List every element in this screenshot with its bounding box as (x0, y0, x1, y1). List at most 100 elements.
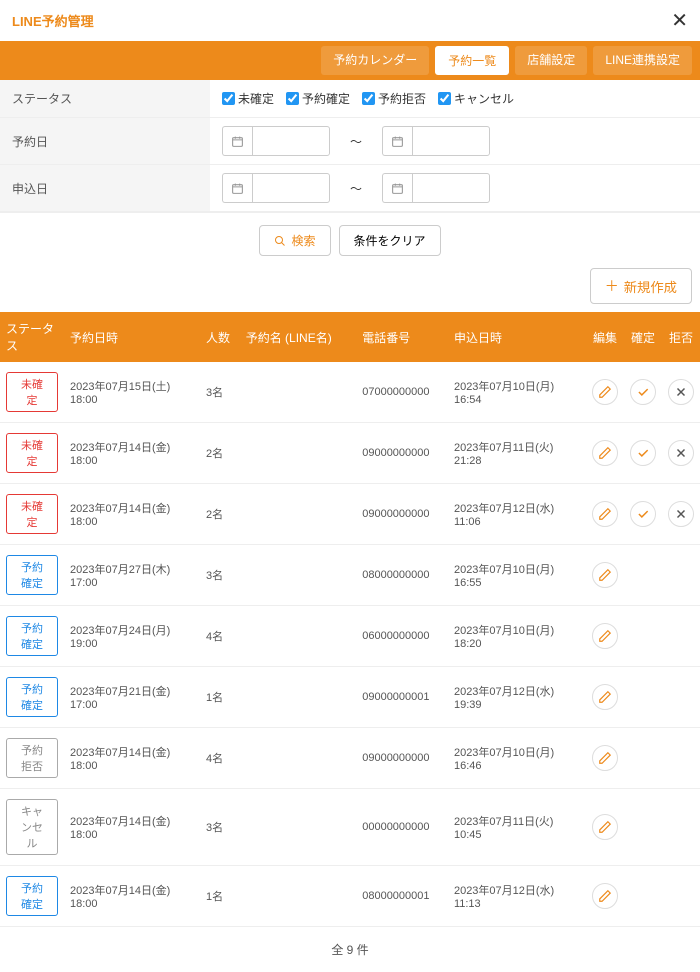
th-applied: 申込日時 (448, 312, 586, 362)
th-edit: 編集 (586, 312, 624, 362)
cell-phone: 08000000001 (356, 866, 448, 927)
confirm-button[interactable] (630, 440, 656, 466)
cell-people: 3名 (200, 362, 240, 423)
status-badge: キャンセル (6, 799, 58, 855)
filter-date-label: 予約日 (0, 118, 210, 164)
cell-people: 1名 (200, 667, 240, 728)
cell-name (240, 423, 357, 484)
edit-button[interactable] (592, 745, 618, 771)
checkbox-rejected[interactable]: 予約拒否 (362, 90, 426, 107)
cell-applied: 2023年07月11日(火) 21:28 (448, 423, 586, 484)
table-row: 予約確定2023年07月21日(金) 17:001名09000000001202… (0, 667, 700, 728)
calendar-icon[interactable] (222, 173, 252, 203)
cell-phone: 09000000000 (356, 423, 448, 484)
edit-button[interactable] (592, 501, 618, 527)
cell-name (240, 789, 357, 866)
th-confirm: 確定 (624, 312, 662, 362)
cell-name (240, 545, 357, 606)
cell-phone: 09000000001 (356, 667, 448, 728)
cell-applied: 2023年07月10日(月) 16:46 (448, 728, 586, 789)
cell-applied: 2023年07月10日(月) 16:55 (448, 545, 586, 606)
cell-name (240, 667, 357, 728)
confirm-button[interactable] (630, 379, 656, 405)
cell-datetime: 2023年07月15日(土) 18:00 (64, 362, 200, 423)
table-row: 未確定2023年07月14日(金) 18:002名090000000002023… (0, 423, 700, 484)
clear-button[interactable]: 条件をクリア (339, 225, 441, 256)
tab-line[interactable]: LINE連携設定 (593, 46, 692, 75)
status-badge: 未確定 (6, 433, 58, 473)
reservations-table: ステータス 予約日時 人数 予約名 (LINE名) 電話番号 申込日時 編集 確… (0, 312, 700, 927)
close-icon[interactable]: ✕ (671, 8, 688, 33)
cell-name (240, 728, 357, 789)
edit-button[interactable] (592, 379, 618, 405)
status-badge: 予約拒否 (6, 738, 58, 778)
cell-people: 3名 (200, 545, 240, 606)
cell-people: 1名 (200, 866, 240, 927)
reject-button[interactable] (668, 440, 694, 466)
cell-datetime: 2023年07月14日(金) 18:00 (64, 728, 200, 789)
cell-name (240, 362, 357, 423)
edit-button[interactable] (592, 684, 618, 710)
checkbox-cancel[interactable]: キャンセル (438, 90, 514, 107)
reject-button[interactable] (668, 379, 694, 405)
th-name: 予約名 (LINE名) (240, 312, 357, 362)
tabs-bar: 予約カレンダー 予約一覧 店舗設定 LINE連携設定 (0, 41, 700, 80)
cell-phone: 00000000000 (356, 789, 448, 866)
apply-from-input[interactable] (252, 173, 330, 203)
cell-name (240, 606, 357, 667)
date-from-input[interactable] (252, 126, 330, 156)
tab-calendar[interactable]: 予約カレンダー (321, 46, 429, 75)
cell-applied: 2023年07月10日(月) 16:54 (448, 362, 586, 423)
edit-button[interactable] (592, 883, 618, 909)
calendar-icon[interactable] (222, 126, 252, 156)
th-reject: 拒否 (662, 312, 700, 362)
cell-phone: 09000000000 (356, 484, 448, 545)
th-people: 人数 (200, 312, 240, 362)
confirm-button[interactable] (630, 501, 656, 527)
table-row: 予約確定2023年07月14日(金) 18:001名08000000001202… (0, 866, 700, 927)
reject-button[interactable] (668, 501, 694, 527)
cell-name (240, 866, 357, 927)
edit-button[interactable] (592, 440, 618, 466)
edit-button[interactable] (592, 814, 618, 840)
tilde: ～ (350, 180, 362, 197)
filter-apply-label: 申込日 (0, 165, 210, 211)
checkbox-confirmed[interactable]: 予約確定 (286, 90, 350, 107)
tilde: ～ (350, 133, 362, 150)
cell-phone: 06000000000 (356, 606, 448, 667)
checkbox-pending[interactable]: 未確定 (222, 90, 274, 107)
search-icon (274, 235, 286, 247)
cell-datetime: 2023年07月21日(金) 17:00 (64, 667, 200, 728)
tab-store[interactable]: 店舗設定 (515, 46, 587, 75)
th-status: ステータス (0, 312, 64, 362)
tab-list[interactable]: 予約一覧 (435, 46, 509, 75)
table-row: キャンセル2023年07月14日(金) 18:003名0000000000020… (0, 789, 700, 866)
footer-total: 全 9 件 (0, 927, 700, 972)
status-badge: 予約確定 (6, 876, 58, 916)
cell-applied: 2023年07月12日(水) 11:06 (448, 484, 586, 545)
status-badge: 予約確定 (6, 677, 58, 717)
table-row: 予約拒否2023年07月14日(金) 18:004名09000000000202… (0, 728, 700, 789)
cell-people: 2名 (200, 423, 240, 484)
status-badge: 予約確定 (6, 555, 58, 595)
calendar-icon[interactable] (382, 126, 412, 156)
calendar-icon[interactable] (382, 173, 412, 203)
cell-applied: 2023年07月10日(月) 18:20 (448, 606, 586, 667)
edit-button[interactable] (592, 623, 618, 649)
plus-icon: ＋ (605, 276, 619, 296)
table-row: 未確定2023年07月14日(金) 18:002名090000000002023… (0, 484, 700, 545)
cell-datetime: 2023年07月14日(金) 18:00 (64, 789, 200, 866)
date-to-input[interactable] (412, 126, 490, 156)
table-row: 予約確定2023年07月24日(月) 19:004名06000000000202… (0, 606, 700, 667)
apply-to-input[interactable] (412, 173, 490, 203)
cell-datetime: 2023年07月14日(金) 18:00 (64, 484, 200, 545)
cell-applied: 2023年07月12日(水) 11:13 (448, 866, 586, 927)
edit-button[interactable] (592, 562, 618, 588)
status-badge: 未確定 (6, 494, 58, 534)
th-phone: 電話番号 (356, 312, 448, 362)
status-badge: 予約確定 (6, 616, 58, 656)
table-row: 予約確定2023年07月27日(木) 17:003名08000000000202… (0, 545, 700, 606)
search-button[interactable]: 検索 (259, 225, 330, 256)
status-badge: 未確定 (6, 372, 58, 412)
new-button[interactable]: ＋ 新規作成 (590, 268, 692, 304)
